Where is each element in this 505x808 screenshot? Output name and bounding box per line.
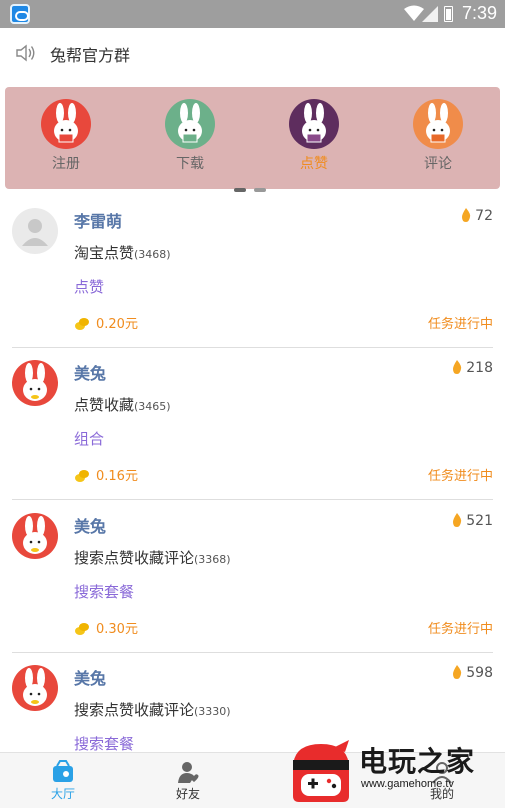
watermark-url: www.gamehome.tv [361,778,454,790]
task-status: 任务进行中 [427,469,493,484]
notice-text: 兔帮官方群 [50,46,131,65]
coins-icon [75,623,89,635]
fire-icon [462,208,471,222]
bunny-download-icon [165,99,215,149]
task-title-text: 淘宝点赞 [74,244,135,262]
carousel-dot [254,188,266,192]
default-avatar-icon [12,208,58,254]
task-tag: 搜索套餐 [74,735,135,753]
price-value: 0.30元 [96,622,138,637]
task-count: (3330) [194,705,231,718]
task-title: 搜索点赞收藏评论(3368) [74,547,231,568]
task-price: 0.30元 [74,618,138,637]
task-tag: 搜索套餐 [74,583,135,601]
signal-icon [422,6,438,22]
category-label: 下载 [176,156,204,172]
bunny-like-icon [289,99,339,149]
publisher-name: 美兔 [74,669,107,688]
battery-icon [444,6,453,22]
tab-label: 大厅 [50,787,75,801]
heat-count: 598 [452,665,493,681]
price-value: 0.16元 [96,469,138,484]
task-count: (3465) [134,400,171,413]
heat-value: 72 [475,208,493,224]
clock: 7:39 [462,3,498,23]
task-status: 任务进行中 [427,317,493,332]
bunny-comment-icon [413,99,463,149]
bunny-avatar-icon [12,513,58,559]
category-like[interactable]: 点赞 [284,99,344,173]
task-card[interactable]: 李雷萌 72 淘宝点赞(3468) 点赞 0.20元 任务进行中 [12,196,493,348]
friends-icon [178,762,199,783]
task-title-text: 搜索点赞收藏评论 [74,701,195,719]
app-notification-icon [10,4,30,24]
notice-bar[interactable]: 兔帮官方群 [0,28,505,78]
task-title-text: 点赞收藏 [74,396,135,414]
coins-icon [75,318,89,330]
bunny-avatar-icon [12,360,58,406]
heat-count: 72 [461,208,493,224]
category-comment[interactable]: 评论 [408,99,468,173]
publisher-name: 美兔 [74,517,107,536]
status-bar: 7:39 [0,0,505,28]
task-card[interactable]: 美兔 218 点赞收藏(3465) 组合 0.16元 任务进行中 [12,348,493,500]
carousel-indicator [234,177,274,196]
category-download[interactable]: 下载 [160,99,220,173]
coins-icon [75,470,89,482]
tab-hall[interactable]: 大厅 [23,759,103,802]
category-label: 注册 [52,156,80,172]
category-banner: 注册 下载 点赞 评论 [5,87,500,192]
category-label: 点赞 [300,156,328,172]
task-tag: 组合 [74,430,105,448]
watermark: 电玩之家 www.gamehome.tv [281,738,501,806]
task-title: 点赞收藏(3465) [74,394,171,415]
category-register[interactable]: 注册 [36,99,96,173]
task-price: 0.20元 [74,313,138,332]
bunny-register-icon [41,99,91,149]
task-card[interactable]: 美兔 521 搜索点赞收藏评论(3368) 搜索套餐 0.30元 任务进行中 [12,501,493,653]
heat-value: 218 [466,360,493,376]
gamepad-logo-icon [293,740,349,802]
heat-value: 521 [466,513,493,529]
task-title: 淘宝点赞(3468) [74,242,171,263]
task-tag: 点赞 [74,278,105,296]
carousel-dot-active [234,188,246,192]
publisher-name: 李雷萌 [74,212,123,231]
fire-icon [453,513,462,527]
task-title: 搜索点赞收藏评论(3330) [74,699,231,720]
wifi-icon [404,5,424,21]
task-count: (3468) [134,248,171,261]
task-count: (3368) [194,553,231,566]
task-title-text: 搜索点赞收藏评论 [74,549,195,567]
heat-count: 218 [452,360,493,376]
tab-label: 好友 [175,787,200,801]
price-value: 0.20元 [96,317,138,332]
category-label: 评论 [424,156,452,172]
fire-icon [453,665,462,679]
tab-friends[interactable]: 好友 [148,759,228,802]
publisher-name: 美兔 [74,364,107,383]
watermark-title: 电玩之家 [359,745,476,778]
heat-count: 521 [452,513,493,529]
speaker-icon [16,44,35,62]
hall-icon [53,760,73,782]
fire-icon [453,360,462,374]
bunny-avatar-icon [12,665,58,711]
task-price: 0.16元 [74,465,138,484]
heat-value: 598 [466,665,493,681]
task-status: 任务进行中 [427,622,493,637]
